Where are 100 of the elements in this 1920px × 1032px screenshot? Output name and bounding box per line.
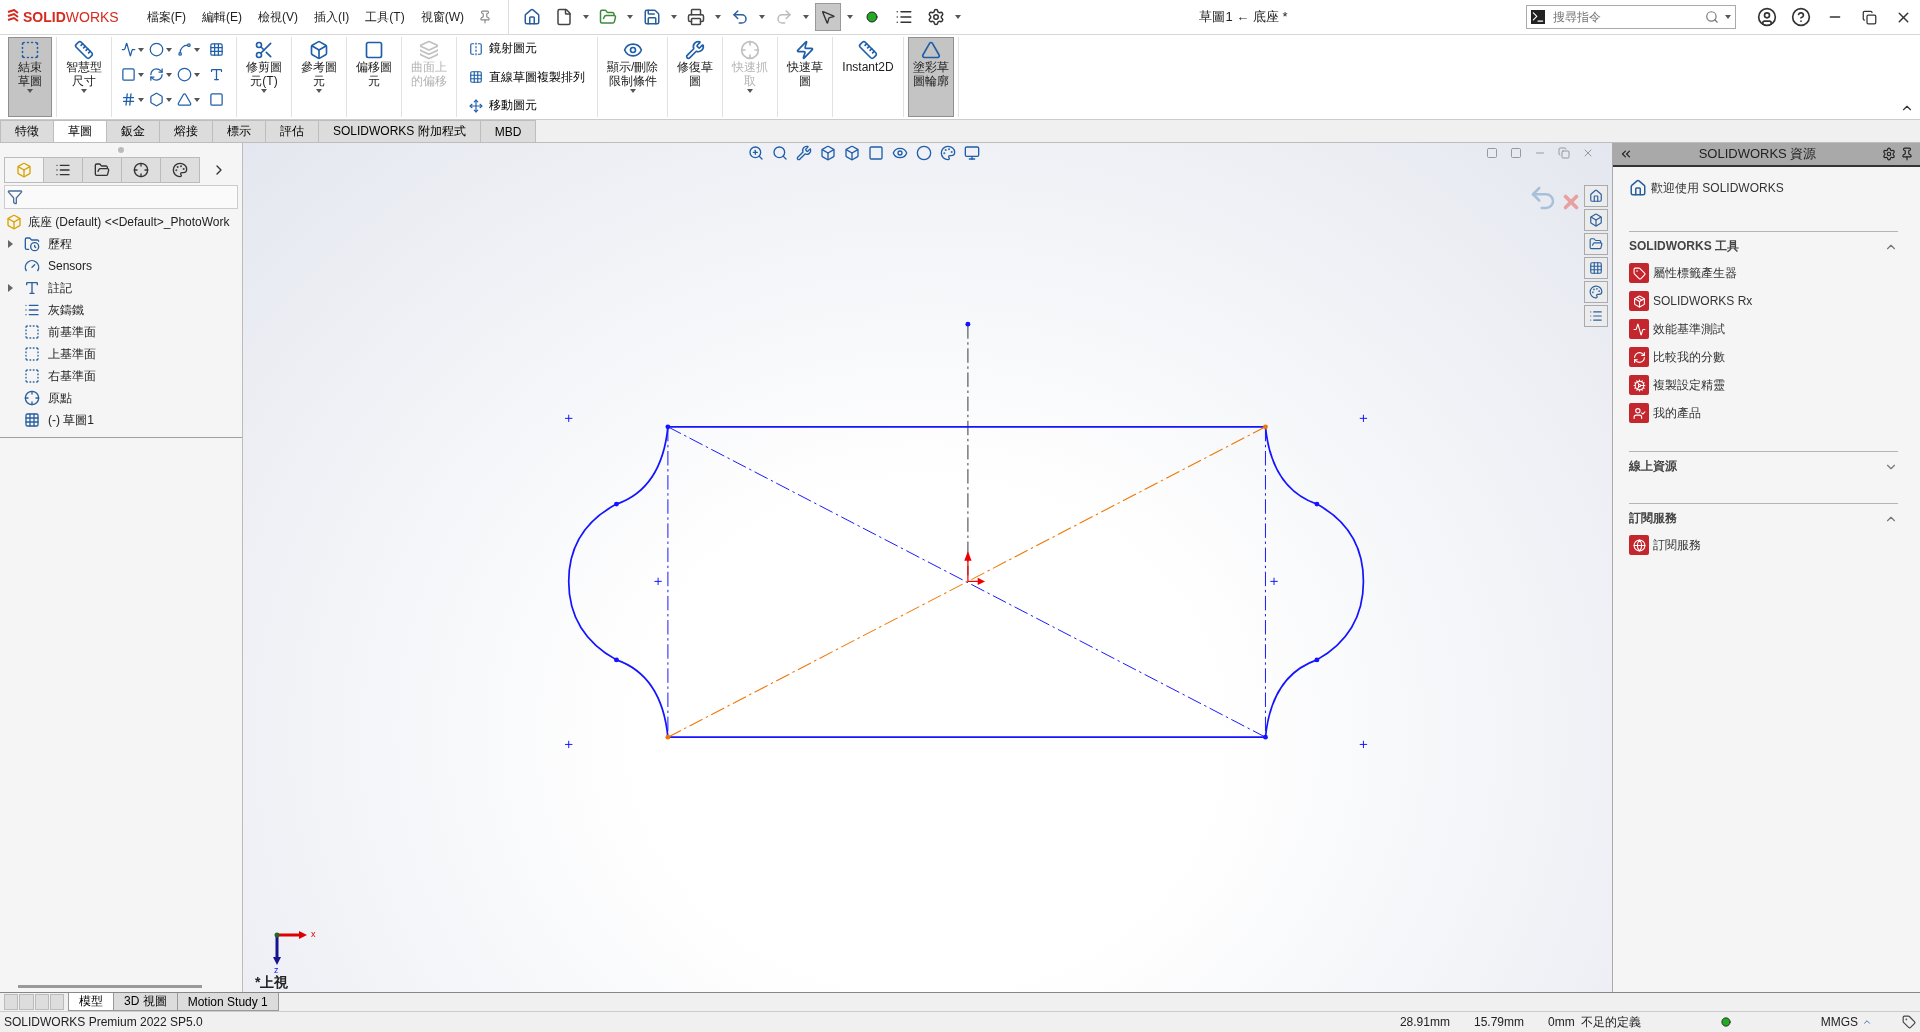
command-tab[interactable]: 標示	[212, 120, 266, 142]
ribbon-button[interactable]: 快速草 圖	[782, 37, 829, 117]
view-tool-icon[interactable]	[964, 145, 980, 161]
ribbon-button[interactable]: 修復草 圖	[672, 37, 719, 117]
tree-item[interactable]: 上基準面	[48, 345, 96, 363]
welcome-link[interactable]: 歡迎使用 SOLIDWORKS	[1629, 179, 1898, 197]
settings-icon[interactable]	[1882, 147, 1896, 161]
view-tool-icon[interactable]	[916, 145, 932, 161]
command-tab[interactable]: 熔接	[159, 120, 213, 142]
sketch-tool-icon[interactable]	[176, 42, 200, 57]
tree-item[interactable]: 前基準面	[48, 323, 96, 341]
view-tool-icon[interactable]	[748, 145, 764, 161]
sketch-tool-icon[interactable]	[208, 67, 224, 82]
view-tool-icon[interactable]	[940, 145, 956, 161]
caret-icon[interactable]	[627, 15, 633, 19]
tree-item[interactable]: 灰鑄鐵	[48, 301, 84, 319]
caret-icon[interactable]	[165, 47, 172, 52]
resource-link[interactable]: 訂閱服務	[1629, 531, 1898, 559]
ribbon-list-button[interactable]: 直線草圖複製排列	[467, 67, 587, 87]
model-tab[interactable]: 3D 視圖	[113, 993, 178, 1011]
task-pane-tab[interactable]	[1584, 305, 1608, 327]
sketch-tool-icon[interactable]	[120, 42, 144, 57]
caret-icon[interactable]	[137, 97, 144, 102]
ribbon-button[interactable]: 塗彩草 圖輪廓	[907, 37, 954, 117]
sketch-tool-icon[interactable]	[120, 92, 144, 107]
tree-item[interactable]: (-) 草圖1	[48, 411, 94, 429]
caret-icon[interactable]	[261, 89, 267, 93]
ribbon-list-button[interactable]: 移動圖元	[467, 96, 587, 115]
caret-icon[interactable]	[715, 15, 721, 19]
panel-tab[interactable]	[160, 157, 200, 183]
ribbon-list-button[interactable]: 鏡射圖元	[467, 39, 587, 58]
caret-icon[interactable]	[137, 47, 144, 52]
sketch-tool-icon[interactable]	[148, 92, 172, 107]
sketch-tool-icon[interactable]	[208, 92, 224, 107]
panel-tab[interactable]	[43, 157, 83, 183]
caret-icon[interactable]	[81, 89, 87, 93]
tree-item[interactable]: 原點	[48, 389, 72, 407]
tree-item[interactable]: 底座 (Default) <<Default>_PhotoWork	[28, 213, 230, 231]
sketch-tool-icon[interactable]	[208, 42, 224, 57]
panel-tab[interactable]	[121, 157, 161, 183]
pin-icon[interactable]	[1900, 147, 1914, 161]
view-tool-icon[interactable]	[844, 145, 860, 161]
caret-icon[interactable]	[27, 89, 33, 93]
view-tool-icon[interactable]	[892, 145, 908, 161]
resource-link[interactable]: 複製設定精靈	[1629, 371, 1898, 399]
menu-item[interactable]: 插入(I)	[306, 8, 358, 26]
menu-item[interactable]: 視窗(W)	[412, 8, 472, 26]
command-tab[interactable]: SOLIDWORKS 附加程式	[318, 120, 481, 142]
collapse-pane-icon[interactable]	[1619, 147, 1633, 161]
caret-icon[interactable]	[671, 15, 677, 19]
command-tab[interactable]: MBD	[479, 120, 537, 142]
search-input[interactable]: 搜尋指令	[1551, 9, 1699, 25]
caret-icon[interactable]	[803, 15, 809, 19]
caret-icon[interactable]	[955, 15, 961, 19]
filter-field[interactable]	[4, 185, 238, 209]
menu-item[interactable]: 檢視(V)	[250, 8, 306, 26]
caret-icon[interactable]	[193, 72, 200, 77]
model-tab[interactable]: 模型	[68, 993, 114, 1011]
caret-icon[interactable]	[165, 72, 172, 77]
sketch-tool-icon[interactable]	[120, 67, 144, 82]
caret-icon[interactable]	[165, 97, 172, 102]
task-pane-tab[interactable]	[1584, 281, 1608, 303]
ribbon-button[interactable]: 修剪圖 元(T)	[241, 37, 287, 117]
sketch-tool-icon[interactable]	[148, 67, 172, 82]
resource-link[interactable]: SOLIDWORKS Rx	[1629, 287, 1898, 315]
tag-icon[interactable]	[1902, 1015, 1916, 1029]
view-tool-icon[interactable]	[820, 145, 836, 161]
caret-icon[interactable]	[193, 97, 200, 102]
panel-tab[interactable]	[82, 157, 122, 183]
resource-link[interactable]: 我的產品	[1629, 399, 1898, 427]
tree-item[interactable]: 註記	[48, 279, 72, 297]
model-tab[interactable]: Motion Study 1	[176, 993, 279, 1011]
caret-icon[interactable]	[583, 15, 589, 19]
caret-icon[interactable]	[137, 72, 144, 77]
caret-icon[interactable]	[316, 89, 322, 93]
menu-item[interactable]: 檔案(F)	[138, 8, 194, 26]
sketch-tool-icon[interactable]	[176, 67, 200, 82]
tree-item[interactable]: 右基準面	[48, 367, 96, 385]
tree-item[interactable]: 歷程	[48, 235, 72, 253]
view-tool-icon[interactable]	[772, 145, 788, 161]
caret-icon[interactable]	[847, 15, 853, 19]
resource-link[interactable]: 比較我的分數	[1629, 343, 1898, 371]
command-tab[interactable]: 鈑金	[106, 120, 160, 142]
sketch-tool-icon[interactable]	[176, 92, 200, 107]
ribbon-button[interactable]: 顯示/刪除 限制條件	[602, 37, 664, 117]
select-pointer-icon[interactable]	[815, 3, 841, 31]
menu-item[interactable]: 編輯(E)	[194, 8, 250, 26]
task-pane-tab[interactable]	[1584, 185, 1608, 207]
resource-link[interactable]: 屬性標籤產生器	[1629, 259, 1898, 287]
caret-icon[interactable]	[759, 15, 765, 19]
menu-item[interactable]: 工具(T)	[357, 8, 413, 26]
caret-icon[interactable]	[629, 89, 636, 93]
command-tab[interactable]: 草圖	[53, 120, 107, 142]
ribbon-button[interactable]: 偏移圖 元	[351, 37, 397, 117]
task-pane-tab[interactable]	[1584, 257, 1608, 279]
search-icon[interactable]	[1705, 10, 1719, 24]
command-tab[interactable]: 特徵	[0, 120, 54, 142]
caret-icon[interactable]	[1725, 15, 1731, 19]
task-pane-tab[interactable]	[1584, 209, 1608, 231]
ribbon-button[interactable]: 結束 草圖	[8, 37, 52, 117]
